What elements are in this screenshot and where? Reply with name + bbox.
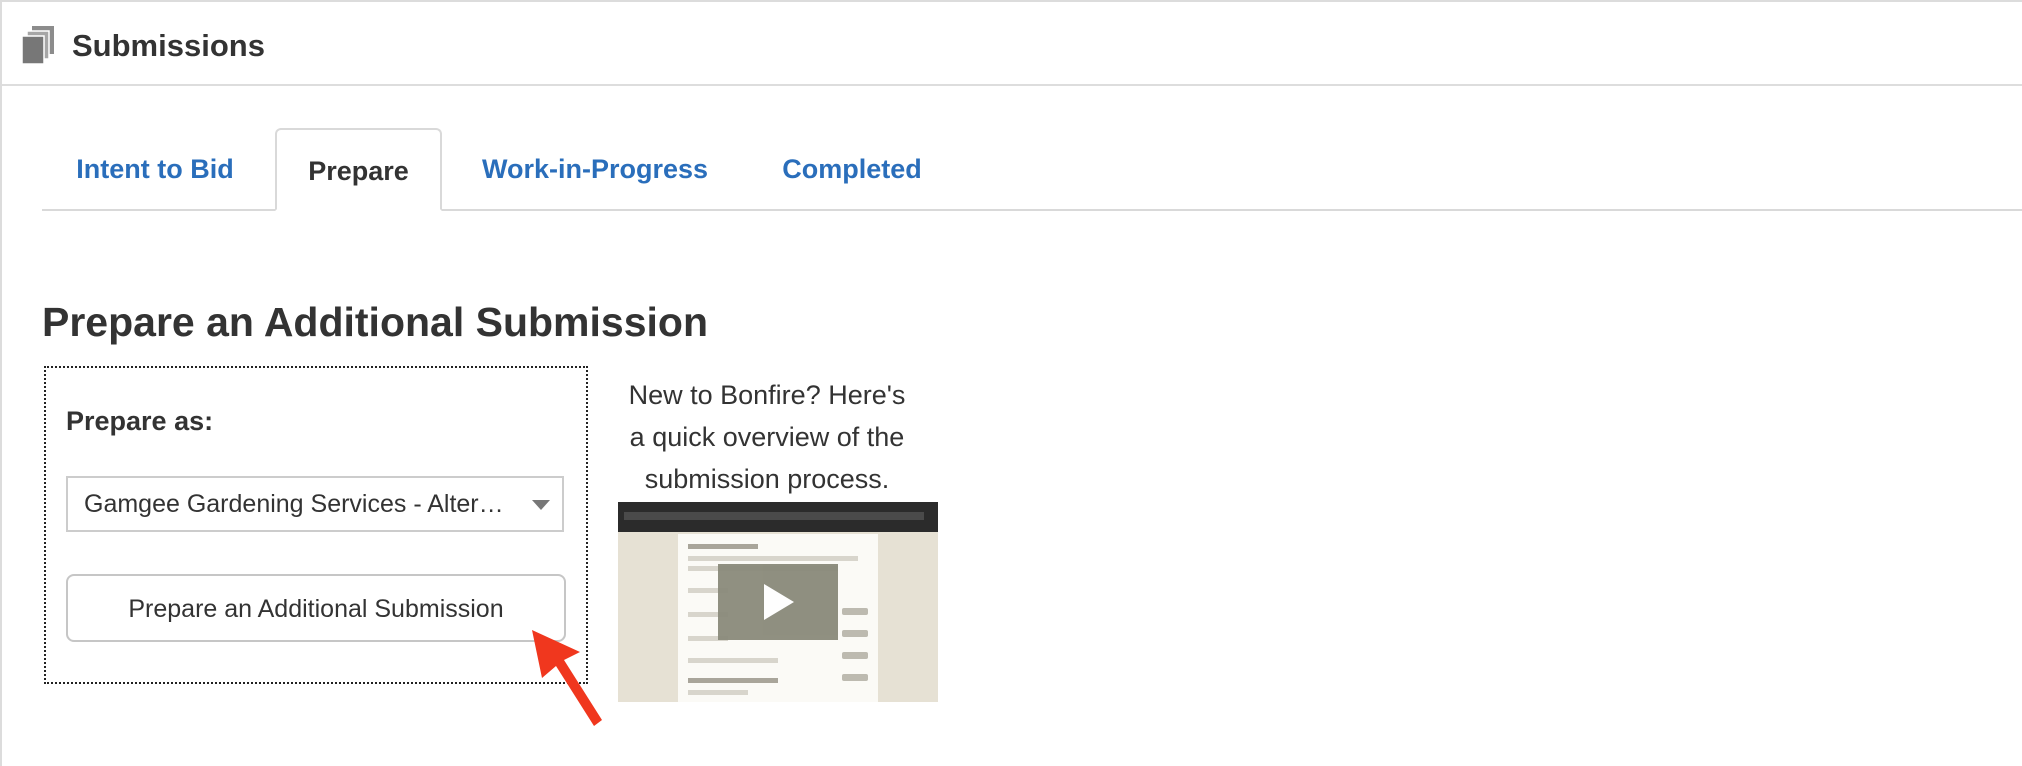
video-thumbnail-line: [688, 678, 778, 683]
video-thumbnail-toolbar: [618, 502, 938, 532]
video-thumbnail-toolbar-bar: [624, 512, 924, 520]
video-play-button[interactable]: [718, 564, 838, 640]
window-left-border: [0, 0, 2, 766]
page-title: Submissions: [72, 28, 265, 63]
video-thumbnail-pill: [842, 674, 868, 681]
video-thumbnail-line: [688, 658, 778, 663]
overview-description: New to Bonfire? Here's a quick overview …: [612, 374, 922, 500]
annotation-arrow-icon: [532, 630, 602, 726]
video-thumbnail-pill: [842, 608, 868, 615]
overview-line-1: New to Bonfire? Here's: [628, 380, 906, 410]
tab-prepare[interactable]: Prepare: [275, 128, 442, 211]
tab-completed[interactable]: Completed: [760, 128, 944, 211]
overview-video[interactable]: [618, 502, 938, 702]
prepare-as-select-value: Gamgee Gardening Services - Alter…: [84, 490, 504, 518]
prepare-as-label: Prepare as:: [66, 406, 214, 436]
video-thumbnail-line: [688, 544, 758, 549]
panel-header: Submissions: [2, 2, 2022, 86]
document-stack-icon: [22, 26, 54, 64]
tab-work-in-progress[interactable]: Work-in-Progress: [454, 128, 736, 211]
prepare-as-select[interactable]: Gamgee Gardening Services - Alter…: [66, 476, 564, 532]
video-thumbnail-line: [688, 690, 748, 695]
overview-line-2: a quick overview of the: [629, 422, 905, 452]
prepare-additional-submission-button[interactable]: Prepare an Additional Submission: [66, 574, 566, 642]
video-thumbnail-line: [688, 556, 858, 561]
prepare-submission-box: Prepare as: Gamgee Gardening Services - …: [44, 366, 588, 684]
chevron-down-icon: [532, 500, 550, 510]
video-thumbnail-pill: [842, 630, 868, 637]
video-thumbnail-pill: [842, 652, 868, 659]
overview-line-3: submission process.: [644, 464, 890, 494]
tab-intent-to-bid[interactable]: Intent to Bid: [42, 128, 268, 211]
play-icon: [764, 584, 794, 620]
section-title: Prepare an Additional Submission: [42, 299, 708, 345]
